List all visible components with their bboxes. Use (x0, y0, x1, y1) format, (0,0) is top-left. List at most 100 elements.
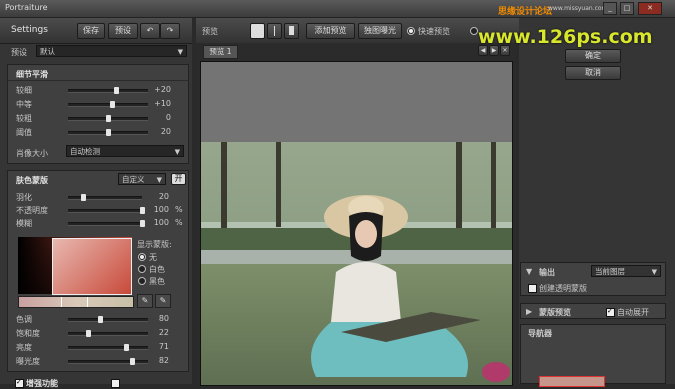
skin-mask-toggle[interactable]: 开 (171, 173, 186, 185)
hsl-1-slider[interactable] (68, 330, 148, 337)
redo-icon[interactable]: ↷ (160, 23, 180, 39)
add-preview-button[interactable]: 添加预览 (306, 23, 355, 39)
color-range-box[interactable] (52, 238, 132, 295)
mask-2-unit: % (175, 218, 183, 227)
hsl-0-slider-handle[interactable] (98, 316, 103, 323)
portrait-size-value: 自动检测 (70, 147, 100, 156)
mask-preview-label: 蒙版预览 (539, 308, 571, 317)
detail-2-label: 较粗 (16, 114, 32, 123)
ok-button[interactable]: 确定 (565, 49, 621, 63)
maximize-icon[interactable]: □ (620, 2, 634, 15)
detail-0-value: +20 (154, 85, 171, 94)
mask-1-value: 100 (153, 205, 169, 214)
cancel-button[interactable]: 取消 (565, 66, 621, 80)
create-mask-label: 创建透明蒙版 (539, 284, 587, 293)
output-label: 输出 (539, 268, 555, 277)
detail-1-label: 中等 (16, 100, 32, 109)
minimize-icon[interactable]: _ (603, 2, 617, 15)
detail-1-slider-handle[interactable] (110, 101, 115, 108)
watermark-main: www.126ps.com (478, 26, 653, 48)
side-by-side-icon[interactable] (284, 23, 299, 39)
detail-2-slider[interactable] (68, 115, 148, 122)
eyedropper-plus-icon[interactable]: ✎ (155, 294, 171, 308)
close-icon[interactable]: ✕ (638, 2, 662, 15)
mask-radio-0-label: 无 (149, 253, 157, 262)
save-button[interactable]: 保存 (77, 23, 105, 39)
mask-0-slider[interactable] (68, 194, 142, 201)
hsl-1-label: 饱和度 (16, 329, 40, 338)
preset-select[interactable]: 默认 ▼ (36, 45, 187, 57)
preview-label: 预览 (202, 27, 218, 36)
single-view-icon[interactable] (250, 23, 265, 39)
preset-button[interactable]: 预设 (108, 23, 138, 39)
mask-mode-value: 自定义 (122, 175, 145, 184)
portrait-size-select[interactable]: 自动检测 ▼ (66, 145, 184, 157)
detail-0-slider[interactable] (68, 87, 148, 94)
mask-0-label: 羽化 (16, 193, 32, 202)
hsl-3-slider[interactable] (68, 358, 148, 365)
eyedropper-icon[interactable]: ✎ (137, 294, 153, 308)
hsl-1-value: 22 (158, 328, 169, 337)
hsl-1-slider-handle[interactable] (86, 330, 91, 337)
full-preview-radio[interactable] (470, 27, 478, 35)
mask-2-value: 100 (153, 218, 169, 227)
chevron-down-icon: ▼ (651, 268, 657, 276)
detail-smoothing-title: 细节平滑 (16, 70, 48, 79)
mask-mode-select[interactable]: 自定义 ▼ (118, 173, 166, 185)
detail-3-slider[interactable] (68, 129, 148, 136)
mask-radio-2-label: 黑色 (149, 277, 165, 286)
hsl-0-label: 色调 (16, 315, 32, 324)
mask-1-slider-handle[interactable] (140, 207, 145, 214)
undo-icon[interactable]: ↶ (140, 23, 160, 39)
divider (7, 80, 189, 81)
quick-preview-radio[interactable] (407, 27, 415, 35)
hue-strip[interactable] (18, 296, 134, 308)
color-picker-field[interactable] (18, 237, 132, 295)
mask-preview-section: ▶ 蒙版预览 自动展开 (520, 303, 666, 319)
navigator-section: 导航器 (520, 324, 666, 387)
show-mask-label: 显示蒙版: (137, 240, 172, 249)
detail-3-slider-handle[interactable] (106, 129, 111, 136)
mask-1-unit: % (175, 205, 183, 214)
mask-1-slider[interactable] (68, 207, 145, 214)
hsl-3-value: 82 (158, 356, 169, 365)
detail-2-value: 0 (165, 113, 171, 122)
hsl-2-value: 71 (158, 342, 169, 351)
quick-preview-label: 快速预览 (418, 27, 450, 36)
chevron-down-icon: ▼ (156, 176, 162, 184)
mask-radio-1[interactable] (138, 265, 146, 273)
detail-0-slider-handle[interactable] (114, 87, 119, 94)
mask-2-slider-handle[interactable] (140, 220, 145, 227)
preview-canvas[interactable] (200, 61, 513, 386)
preset-value: 默认 (40, 47, 55, 56)
detail-2-slider-handle[interactable] (106, 115, 111, 122)
auto-expand-checkbox[interactable] (606, 307, 615, 317)
mask-0-slider-handle[interactable] (80, 194, 86, 201)
split-view-icon[interactable] (267, 23, 282, 39)
preset-label: 预设 (11, 48, 27, 57)
mask-2-label: 模糊 (16, 219, 32, 228)
mask-radio-2[interactable] (138, 277, 146, 285)
detail-1-slider[interactable] (68, 101, 148, 108)
collapse-triangle-icon[interactable]: ▶ (526, 307, 532, 316)
hsl-0-slider[interactable] (68, 316, 148, 323)
navigator-thumbnail[interactable] (539, 376, 605, 387)
hsl-2-slider[interactable] (68, 344, 148, 351)
chevron-down-icon: ▼ (177, 48, 183, 56)
mask-radio-1-label: 白色 (149, 265, 165, 274)
hsl-3-slider-handle[interactable] (130, 358, 135, 365)
auto-expand-label: 自动展开 (617, 308, 649, 317)
output-select[interactable]: 当前图层 ▼ (591, 265, 661, 277)
detail-3-value: 20 (160, 127, 171, 136)
title-bar: Portraiture 思缘设计论坛 www.missyuan.com _ □ … (0, 0, 675, 18)
tab-preview-1[interactable]: 预览 1 (203, 45, 238, 59)
expand-triangle-icon[interactable]: ▼ (526, 267, 532, 276)
mask-2-slider[interactable] (68, 220, 145, 227)
hsl-2-slider-handle[interactable] (123, 344, 129, 351)
hsl-0-value: 80 (158, 314, 169, 323)
portrait-size-label: 肖像大小 (16, 149, 48, 158)
exposure-button[interactable]: 独图曝光 (358, 23, 402, 39)
portrait-photo (201, 142, 512, 385)
mask-radio-0[interactable] (138, 253, 146, 261)
create-mask-checkbox[interactable] (528, 284, 537, 293)
